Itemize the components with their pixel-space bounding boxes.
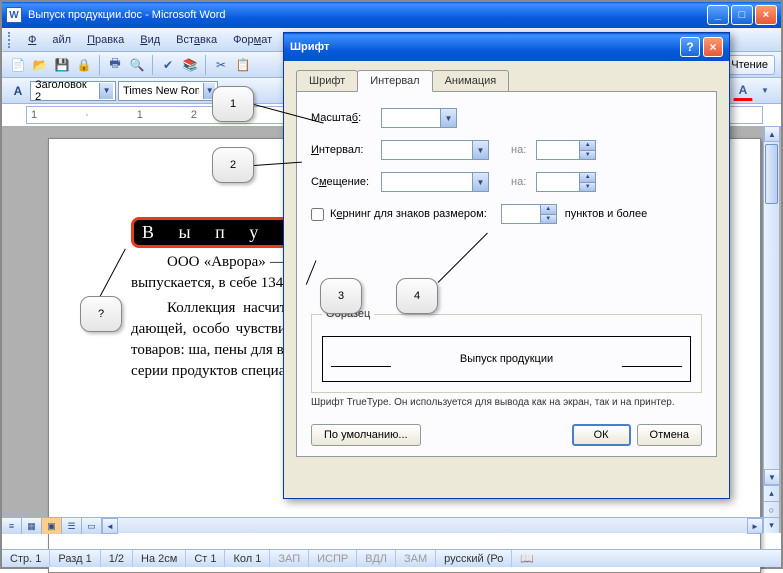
window-title: Выпуск продукции.doc - Microsoft Word bbox=[28, 9, 707, 21]
chevron-down-icon[interactable]: ▼ bbox=[755, 81, 775, 101]
status-ext: ВДЛ bbox=[357, 550, 396, 567]
spacing-by-label: на: bbox=[511, 144, 526, 156]
dialog-titlebar[interactable]: Шрифт ? × bbox=[284, 33, 729, 61]
callout-2: 2 bbox=[212, 147, 254, 183]
font-value: Times New Roman bbox=[123, 85, 199, 97]
tab-animation[interactable]: Анимация bbox=[432, 70, 510, 92]
status-page: Стр. 1 bbox=[2, 550, 50, 567]
dialog-title: Шрифт bbox=[290, 41, 677, 53]
status-lang: русский (Ро bbox=[436, 550, 512, 567]
chevron-down-icon: ▼ bbox=[99, 83, 113, 99]
scroll-right-icon[interactable]: ► bbox=[747, 518, 763, 534]
menu-view[interactable]: Вид bbox=[132, 34, 168, 46]
tab-spacing[interactable]: Интервал bbox=[357, 70, 432, 92]
minimize-button[interactable]: _ bbox=[707, 5, 729, 25]
font-combo[interactable]: Times New Roman▼ bbox=[118, 81, 218, 101]
scale-combo[interactable]: ▼ bbox=[381, 108, 457, 128]
kerning-checkbox[interactable] bbox=[311, 208, 324, 221]
scroll-down-icon[interactable]: ▼ bbox=[764, 469, 780, 485]
status-trk: ИСПР bbox=[309, 550, 357, 567]
dialog-close-button[interactable]: × bbox=[703, 37, 723, 57]
print-preview-icon[interactable]: 🔍 bbox=[127, 55, 147, 75]
styles-pane-icon[interactable]: A bbox=[8, 81, 28, 101]
sample-fieldset: Образец Выпуск продукции bbox=[311, 308, 702, 393]
status-bar: Стр. 1 Разд 1 1/2 На 2см Ст 1 Кол 1 ЗАП … bbox=[2, 549, 781, 567]
reading-label: Чтение bbox=[731, 59, 768, 71]
scroll-up-icon[interactable]: ▲ bbox=[764, 126, 780, 142]
kerning-size-spinner[interactable]: ▲▼ bbox=[501, 204, 557, 224]
research-icon[interactable]: 📚 bbox=[180, 55, 200, 75]
spellcheck-icon[interactable]: ✔ bbox=[158, 55, 178, 75]
save-icon[interactable]: 💾 bbox=[52, 55, 72, 75]
tab-font[interactable]: Шрифт bbox=[296, 70, 358, 92]
position-combo[interactable]: ▼ bbox=[381, 172, 489, 192]
next-page-icon[interactable]: ▾ bbox=[764, 517, 779, 533]
scroll-left-icon[interactable]: ◄ bbox=[102, 518, 118, 534]
permissions-icon[interactable]: 🔒 bbox=[74, 55, 94, 75]
position-by-spinner[interactable]: ▲▼ bbox=[536, 172, 596, 192]
status-line: Ст 1 bbox=[186, 550, 225, 567]
chevron-down-icon: ▼ bbox=[440, 109, 456, 127]
status-section: Разд 1 bbox=[50, 550, 100, 567]
menu-insert[interactable]: Вставка bbox=[168, 34, 225, 46]
font-dialog: Шрифт ? × Шрифт Интервал Анимация Масшта… bbox=[283, 32, 730, 499]
font-color-icon[interactable]: A bbox=[733, 81, 753, 101]
menu-file[interactable]: Файл bbox=[20, 34, 79, 46]
copy-icon[interactable]: 📋 bbox=[233, 55, 253, 75]
style-value: Заголовок 2 bbox=[35, 79, 95, 103]
default-button[interactable]: По умолчанию... bbox=[311, 424, 421, 446]
points-label: пунктов и более bbox=[565, 208, 647, 220]
callout-3: 3 bbox=[320, 278, 362, 314]
prev-page-icon[interactable]: ▴ bbox=[764, 485, 779, 501]
print-icon[interactable]: 🖶 bbox=[105, 55, 125, 75]
word-doc-icon: W bbox=[6, 7, 22, 23]
dialog-help-button[interactable]: ? bbox=[680, 37, 700, 57]
style-combo[interactable]: Заголовок 2▼ bbox=[30, 81, 116, 101]
close-button[interactable]: × bbox=[755, 5, 777, 25]
status-spell-icon[interactable]: 📖 bbox=[512, 550, 542, 567]
spacing-tab-pane: Масштаб: ▼ Интервал: ▼ на: ▲▼ Смещение: … bbox=[296, 91, 717, 457]
status-at: На 2см bbox=[133, 550, 186, 567]
vertical-scrollbar[interactable]: ▲ ▼ ▴ ○ ▾ bbox=[763, 126, 779, 533]
toolbar-grip-icon bbox=[8, 32, 14, 48]
callout-question: ? bbox=[80, 296, 122, 332]
outline-view-icon[interactable]: ☰ bbox=[62, 518, 82, 534]
new-doc-icon[interactable]: 📄 bbox=[8, 55, 28, 75]
main-titlebar: W Выпуск продукции.doc - Microsoft Word … bbox=[2, 2, 781, 28]
print-view-icon[interactable]: ▣ bbox=[42, 518, 62, 534]
open-icon[interactable]: 📂 bbox=[30, 55, 50, 75]
truetype-note: Шрифт TrueType. Он используется для выво… bbox=[311, 397, 702, 408]
normal-view-icon[interactable]: ≡ bbox=[2, 518, 22, 534]
position-by-label: на: bbox=[511, 176, 526, 188]
chevron-down-icon: ▼ bbox=[472, 141, 488, 159]
status-ovr: ЗАМ bbox=[396, 550, 436, 567]
status-rec: ЗАП bbox=[270, 550, 309, 567]
status-pages: 1/2 bbox=[101, 550, 133, 567]
kerning-label: Кернинг для знаков размером: bbox=[330, 208, 487, 220]
spacing-by-spinner[interactable]: ▲▼ bbox=[536, 140, 596, 160]
scroll-thumb[interactable] bbox=[765, 144, 778, 204]
horizontal-scrollbar[interactable]: ≡ ▦ ▣ ☰ ▭ ◄ ► bbox=[2, 517, 763, 533]
web-view-icon[interactable]: ▦ bbox=[22, 518, 42, 534]
callout-4: 4 bbox=[396, 278, 438, 314]
sample-preview: Выпуск продукции bbox=[322, 336, 691, 382]
position-label: Смещение: bbox=[311, 176, 381, 188]
spacing-combo[interactable]: ▼ bbox=[381, 140, 489, 160]
ok-button[interactable]: ОК bbox=[572, 424, 631, 446]
spacing-label: Интервал: bbox=[311, 144, 381, 156]
cancel-button[interactable]: Отмена bbox=[637, 424, 702, 446]
callout-1: 1 bbox=[212, 86, 254, 122]
cut-icon[interactable]: ✂ bbox=[211, 55, 231, 75]
reading-view-icon[interactable]: ▭ bbox=[82, 518, 102, 534]
browse-object-icon[interactable]: ○ bbox=[764, 501, 779, 517]
menu-edit[interactable]: Правка bbox=[79, 34, 132, 46]
maximize-button[interactable]: □ bbox=[731, 5, 753, 25]
menu-format[interactable]: Формат bbox=[225, 34, 280, 46]
status-col: Кол 1 bbox=[225, 550, 270, 567]
chevron-down-icon: ▼ bbox=[472, 173, 488, 191]
